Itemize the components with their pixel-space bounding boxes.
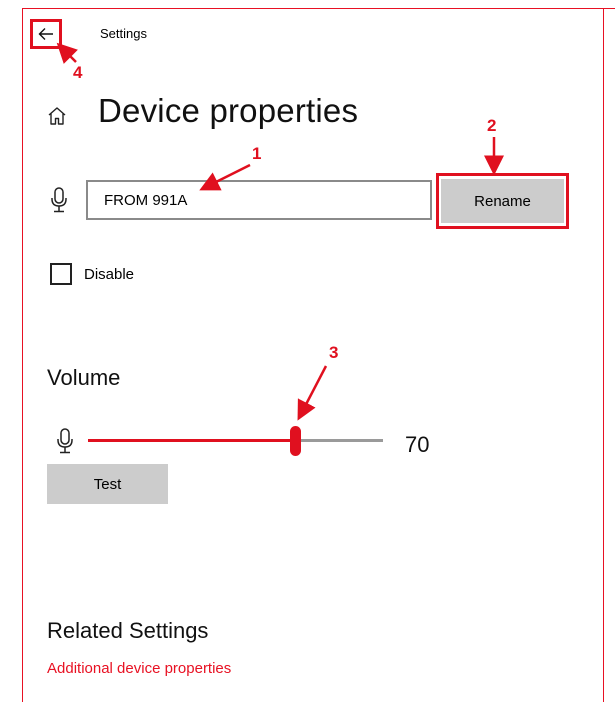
- annotation-marker-4: 4: [73, 63, 83, 82]
- annotation-arrow-4: [56, 42, 78, 64]
- annotation-arrow-1: [199, 163, 251, 191]
- annotation-marker-2: 2: [487, 116, 497, 135]
- annotation-marker-1: 1: [252, 144, 262, 163]
- annotation-arrow-3: [297, 365, 328, 421]
- annotation-marker-3: 3: [329, 343, 339, 362]
- annotation-arrows: [56, 42, 504, 421]
